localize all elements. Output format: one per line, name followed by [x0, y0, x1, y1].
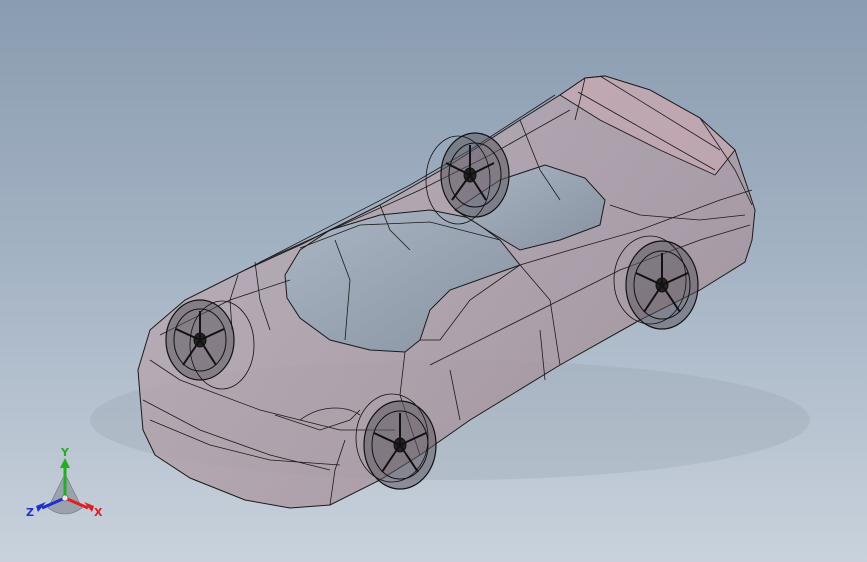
y-axis-label: Y — [60, 446, 70, 459]
x-axis-label: X — [94, 506, 103, 519]
coordinate-triad[interactable]: Y X Z — [22, 446, 108, 526]
z-axis-label: Z — [26, 506, 34, 519]
graphics-viewport[interactable]: Y X Z — [0, 0, 867, 562]
car-model[interactable] — [0, 0, 867, 562]
